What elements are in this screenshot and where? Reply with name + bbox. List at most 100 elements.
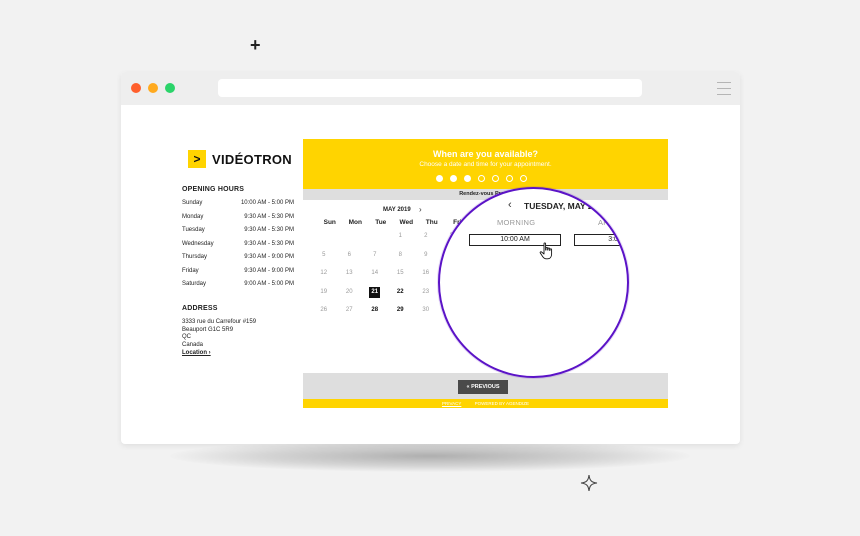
calendar-day-cell xyxy=(362,231,388,242)
hours-time: 9:30 AM - 5:30 PM xyxy=(244,213,294,220)
selected-date-label: TUESDAY, MAY 21 xyxy=(524,201,598,211)
widget-title: When are you available? xyxy=(432,149,539,159)
selected-year-label: 2019 xyxy=(593,206,606,212)
calendar-day-cell: 7 xyxy=(373,251,377,258)
calendar-day-cell: 19 xyxy=(320,288,328,295)
plus-decoration: + xyxy=(250,35,261,55)
browser-titlebar xyxy=(121,72,740,105)
weekday-label: Wed xyxy=(399,219,414,226)
hand-pointer-icon xyxy=(539,242,553,260)
address-bar[interactable] xyxy=(218,79,642,97)
hours-day: Friday xyxy=(182,267,199,274)
service-name: Rendez-vous Pro 45 xyxy=(303,189,668,200)
address-text: 3333 rue du Carrefour #159 Beauport G1C … xyxy=(182,319,256,349)
progress-step-dot xyxy=(520,175,527,182)
browser-window: > VIDÉOTRON OPENING HOURS Sunday 10:00 AM… xyxy=(121,72,740,444)
afternoon-time-slot[interactable]: 3:00 xyxy=(574,234,627,246)
location-link[interactable]: Location › xyxy=(182,350,211,356)
calendar-day-cell xyxy=(337,231,363,242)
previous-button[interactable]: « PREVIOUS xyxy=(458,380,508,394)
sparkle-icon xyxy=(580,474,598,492)
hours-row: Wednesday 9:30 AM - 5:30 PM xyxy=(182,239,294,253)
hours-row: Thursday 9:30 AM - 9:00 PM xyxy=(182,252,294,266)
hours-time: 10:00 AM - 5:00 PM xyxy=(240,200,294,206)
privacy-link[interactable]: PRIVACY xyxy=(442,401,461,406)
hours-time: 9:00 AM - 5:00 PM xyxy=(244,281,294,287)
next-day-button[interactable]: › xyxy=(618,203,621,213)
hours-day: Wednesday xyxy=(182,240,214,247)
hours-day: Sunday xyxy=(182,200,203,206)
window-shadow xyxy=(170,440,690,472)
widget-subtitle: Choose a date and time for your appointm… xyxy=(419,161,552,168)
calendar-day-cell: 27 xyxy=(345,307,353,313)
calendar-month: MAY 2019 xyxy=(383,207,411,213)
calendar-weekdays: Sun Mon Tue Wed Thu Fri xyxy=(317,219,470,226)
menu-icon[interactable] xyxy=(717,82,731,95)
morning-label: MORNING xyxy=(497,218,536,227)
previous-day-button[interactable]: ‹ xyxy=(508,199,512,211)
hours-day: Tuesday xyxy=(182,227,205,233)
hours-row: Tuesday 9:30 AM - 5:30 PM xyxy=(182,225,294,239)
address-title: ADDRESS xyxy=(182,305,218,312)
brand-name: VIDÉOTRON xyxy=(212,151,292,167)
calendar-day-cell: 1 xyxy=(398,233,402,239)
hours-time: 9:30 AM - 9:00 PM xyxy=(244,267,294,274)
hours-day: Thursday xyxy=(182,254,208,260)
calendar-day-cell: 6 xyxy=(347,251,351,258)
calendar-day-cell xyxy=(311,231,337,242)
videotron-logo: > VIDÉOTRON xyxy=(188,150,292,168)
progress-steps xyxy=(436,175,534,182)
magnifier-lens: ‹ TUESDAY, MAY 21 2019 › MORNING AFTERNO… xyxy=(438,187,629,378)
progress-step-dot xyxy=(506,175,513,182)
address-line: 3333 rue du Carrefour #159 xyxy=(182,319,257,325)
calendar-day-cell: 8 xyxy=(398,251,402,258)
opening-hours-title: OPENING HOURS xyxy=(182,186,245,193)
calendar-day-cell[interactable]: 29 xyxy=(388,305,414,316)
next-month-button[interactable]: › xyxy=(419,205,422,214)
widget-header: When are you available? Choose a date an… xyxy=(303,139,668,189)
selected-day-cell[interactable]: 21 xyxy=(369,286,381,298)
powered-by-link[interactable]: POWERED BY AGENDIZE xyxy=(475,401,529,406)
hours-time: 9:30 AM - 5:30 PM xyxy=(244,227,294,233)
maximize-window-button[interactable] xyxy=(165,83,175,93)
hours-time: 9:30 AM - 9:00 PM xyxy=(244,254,294,260)
afternoon-label: AFTERNOON xyxy=(598,218,629,227)
logo-chevron-icon: > xyxy=(188,150,206,168)
hours-row: Sunday 10:00 AM - 5:00 PM xyxy=(182,198,294,212)
hours-row: Friday 9:30 AM - 9:00 PM xyxy=(182,266,294,280)
calendar-day-cell: 16 xyxy=(422,270,430,276)
minimize-window-button[interactable] xyxy=(148,83,158,93)
weekday-label: Sun xyxy=(323,219,336,226)
hours-row: Saturday 9:00 AM - 5:00 PM xyxy=(182,279,294,293)
weekday-label: Tue xyxy=(375,219,387,226)
calendar-day-cell: 2 xyxy=(424,233,428,239)
progress-step-dot xyxy=(464,175,471,182)
calendar-day-cell: 14 xyxy=(371,270,379,276)
calendar-day-cell: 20 xyxy=(345,288,353,295)
progress-step-dot xyxy=(478,175,485,182)
weekday-label: Mon xyxy=(348,219,362,226)
address-line: Beauport G1C 5R9 xyxy=(182,326,234,333)
hours-day: Saturday xyxy=(182,281,207,287)
calendar-day-cell: 15 xyxy=(396,270,404,276)
hours-time: 9:30 AM - 5:30 PM xyxy=(244,240,294,247)
address-line: Canada xyxy=(182,341,204,348)
calendar-day-cell: 12 xyxy=(320,270,328,276)
calendar-day-cell[interactable]: 22 xyxy=(388,287,414,298)
calendar-day-cell: 5 xyxy=(322,251,326,258)
progress-step-dot xyxy=(450,175,457,182)
opening-hours-list: Sunday 10:00 AM - 5:00 PM Monday 9:30 AM -… xyxy=(182,198,294,293)
hours-day: Monday xyxy=(182,213,204,220)
calendar-day-cell[interactable]: 28 xyxy=(362,305,388,316)
progress-step-dot xyxy=(492,175,499,182)
hours-row: Monday 9:30 AM - 5:30 PM xyxy=(182,212,294,226)
widget-bottom-bar: PRIVACY POWERED BY AGENDIZE xyxy=(303,399,668,408)
close-window-button[interactable] xyxy=(131,83,141,93)
calendar-day-cell: 9 xyxy=(424,251,428,258)
calendar-day-cell: 30 xyxy=(422,307,430,313)
progress-step-dot xyxy=(436,175,443,182)
address-line: QC xyxy=(182,334,191,341)
calendar-day-cell: 26 xyxy=(320,307,328,313)
weekday-label: Thu xyxy=(425,219,438,226)
calendar-day-cell: 23 xyxy=(422,288,430,295)
